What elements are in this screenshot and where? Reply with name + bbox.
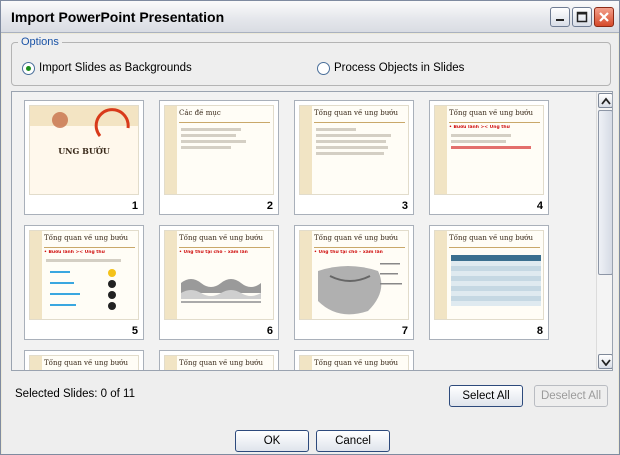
slide-preview: Tổng quan về ung bướu xyxy=(299,355,409,370)
slide-preview: Các đề mục xyxy=(164,105,274,195)
slide-number: 1 xyxy=(131,200,138,212)
slide-preview: Tổng quan về ung bướu • Ung thư tại chỗ … xyxy=(164,230,274,320)
radio-process-objects[interactable]: Process Objects in Slides xyxy=(317,60,464,76)
radio-selected-icon[interactable] xyxy=(22,61,35,75)
close-icon xyxy=(599,12,609,22)
deselect-all-button[interactable]: Deselect All xyxy=(534,385,608,407)
ok-button[interactable]: OK xyxy=(235,430,309,452)
dialog-body: Options Import Slides as Backgrounds Pro… xyxy=(2,34,618,454)
minimize-icon xyxy=(556,19,564,21)
slide-preview: Tổng quan về ung bướu xyxy=(434,230,544,320)
slide-anatomy-icon xyxy=(318,263,402,315)
minimize-button[interactable] xyxy=(550,7,570,27)
slide-smiley-icon xyxy=(50,269,116,310)
slide-title: Tổng quan về ung bướu xyxy=(314,109,405,123)
slide-thumbnail-11[interactable]: Tổng quan về ung bướu xyxy=(294,350,414,370)
slide-preview: Tổng quan về ung bướu • Bướu lành >< Ung… xyxy=(29,230,139,320)
close-button[interactable] xyxy=(594,7,614,27)
scrollbar-thumb[interactable] xyxy=(598,110,612,275)
slide-title: UNG BƯỚU xyxy=(58,146,110,156)
slide-title: Tổng quan về ung bướu xyxy=(449,109,540,123)
radio-unselected-icon[interactable] xyxy=(317,61,330,75)
import-dialog: Import PowerPoint Presentation Options I… xyxy=(0,0,620,455)
slide-thumbnail-9[interactable]: Tổng quan về ung bướu xyxy=(24,350,144,370)
radio-import-backgrounds[interactable]: Import Slides as Backgrounds xyxy=(22,60,192,76)
slide-number: 4 xyxy=(536,200,543,212)
slide-tissue-diagram-icon xyxy=(181,279,261,303)
slide-title: Tổng quan về ung bướu xyxy=(44,359,135,370)
maximize-icon xyxy=(576,11,588,23)
slide-number: 2 xyxy=(266,200,273,212)
slide-preview: Tổng quan về ung bướu xyxy=(29,355,139,370)
slide-title: Các đề mục xyxy=(179,109,270,123)
slide-preview: UNG BƯỚU xyxy=(29,105,139,195)
slide-thumbnail-3[interactable]: Tổng quan về ung bướu 3 xyxy=(294,100,414,215)
slide-thumbnail-6[interactable]: Tổng quan về ung bướu • Ung thư tại chỗ … xyxy=(159,225,279,340)
slide-thumbnail-5[interactable]: Tổng quan về ung bướu • Bướu lành >< Ung… xyxy=(24,225,144,340)
slide-thumbnail-4[interactable]: Tổng quan về ung bướu • Bướu lành >< Ung… xyxy=(429,100,549,215)
chevron-down-icon xyxy=(601,359,611,366)
vertical-scrollbar[interactable] xyxy=(596,92,612,370)
slide-number: 3 xyxy=(401,200,408,212)
select-all-button[interactable]: Select All xyxy=(449,385,523,407)
slide-number: 7 xyxy=(401,325,408,337)
title-bar[interactable]: Import PowerPoint Presentation xyxy=(1,1,619,33)
options-group: Options Import Slides as Backgrounds Pro… xyxy=(11,36,611,86)
slide-title: Tổng quan về ung bướu xyxy=(179,359,270,370)
options-legend: Options xyxy=(18,36,62,48)
scroll-up-button[interactable] xyxy=(598,93,612,108)
maximize-button[interactable] xyxy=(572,7,592,27)
slide-number: 5 xyxy=(131,325,138,337)
slide-thumbnail-1[interactable]: UNG BƯỚU 1 xyxy=(24,100,144,215)
cancel-button[interactable]: Cancel xyxy=(316,430,390,452)
slide-thumbnail-7[interactable]: Tổng quan về ung bướu • Ung thư tại chỗ … xyxy=(294,225,414,340)
window-title: Import PowerPoint Presentation xyxy=(11,9,225,25)
radio-process-objects-label: Process Objects in Slides xyxy=(334,62,465,74)
slide-table-icon xyxy=(451,255,541,306)
chevron-up-icon xyxy=(601,97,611,105)
slide-preview: Tổng quan về ung bướu • Ung thư tại chỗ … xyxy=(299,230,409,320)
slide-number: 6 xyxy=(266,325,273,337)
slide-title: Tổng quan về ung bướu xyxy=(314,359,405,370)
scroll-down-button[interactable] xyxy=(598,354,612,369)
slide-subtitle: • Bướu lành >< Ung thư xyxy=(449,125,510,130)
slide-thumbnail-8[interactable]: Tổng quan về ung bướu 8 xyxy=(429,225,549,340)
slide-preview: Tổng quan về ung bướu • Bướu lành >< Ung… xyxy=(434,105,544,195)
slide-number: 8 xyxy=(536,325,543,337)
slide-thumbnail-10[interactable]: Tổng quan về ung bướu xyxy=(159,350,279,370)
slide-preview: Tổng quan về ung bướu xyxy=(299,105,409,195)
slide-thumbnail-grid[interactable]: UNG BƯỚU 1 Các đề mục 2 Tổng quan về ung… xyxy=(11,91,613,371)
selected-slides-status: Selected Slides: 0 of 11 xyxy=(15,388,135,400)
slide-preview: Tổng quan về ung bướu xyxy=(164,355,274,370)
radio-import-backgrounds-label: Import Slides as Backgrounds xyxy=(39,62,192,74)
slide-thumbnail-2[interactable]: Các đề mục 2 xyxy=(159,100,279,215)
